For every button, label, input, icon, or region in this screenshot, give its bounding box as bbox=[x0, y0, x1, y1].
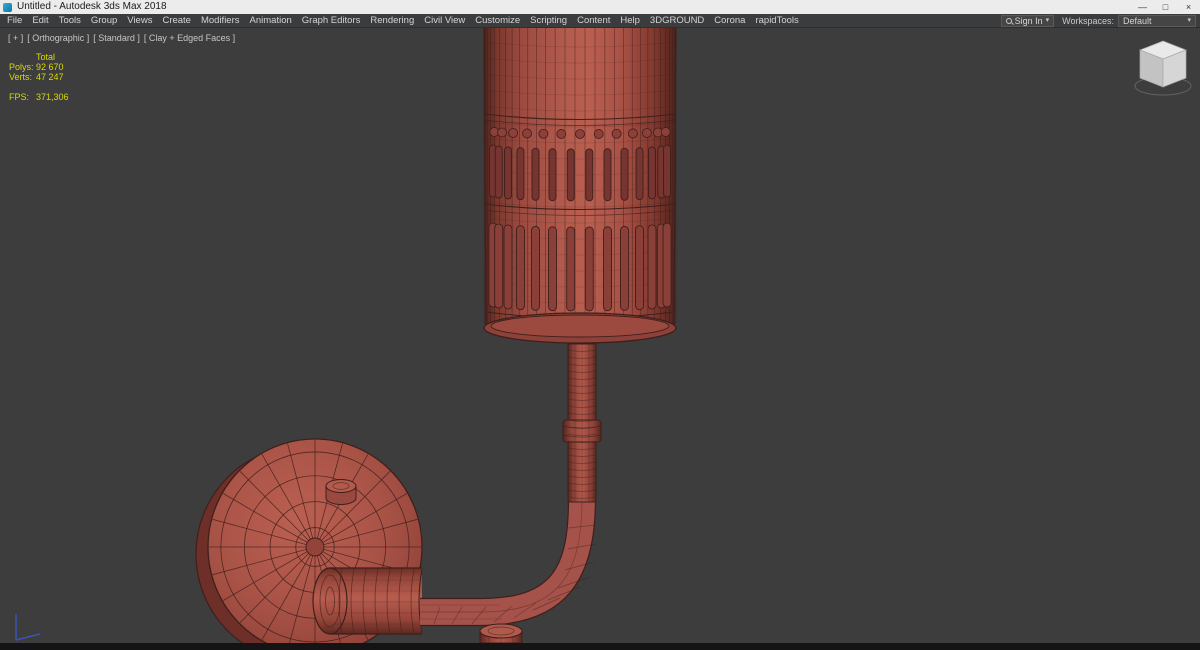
axis-tripod-icon bbox=[15, 614, 41, 641]
minimize-button[interactable]: — bbox=[1131, 0, 1154, 14]
chevron-down-icon: ▾ bbox=[1187, 16, 1191, 24]
menu-civil-view[interactable]: Civil View bbox=[419, 14, 470, 28]
menu-help[interactable]: Help bbox=[615, 14, 645, 28]
menu-corona[interactable]: Corona bbox=[709, 14, 750, 28]
stats-fps-label: FPS: bbox=[9, 92, 30, 102]
stats-polys-value: 92 670 bbox=[36, 62, 64, 72]
menu-edit[interactable]: Edit bbox=[27, 14, 53, 28]
menu-scripting[interactable]: Scripting bbox=[525, 14, 572, 28]
menu-graph-editors[interactable]: Graph Editors bbox=[297, 14, 366, 28]
workspace-value: Default bbox=[1123, 15, 1152, 26]
close-button[interactable]: × bbox=[1177, 0, 1200, 14]
viewport-menu-pov[interactable]: [ Orthographic ] bbox=[27, 33, 89, 43]
chevron-down-icon: ▾ bbox=[1045, 16, 1050, 24]
window-controls: — □ × bbox=[1131, 0, 1200, 14]
workspaces-label: Workspaces: bbox=[1062, 15, 1114, 26]
viewport-menu-standard[interactable]: [ Standard ] bbox=[93, 33, 140, 43]
title-bar: Untitled - Autodesk 3ds Max 2018 — □ × bbox=[0, 0, 1200, 14]
viewport-label: [ + ] [ Orthographic ] [ Standard ] [ Cl… bbox=[8, 33, 235, 43]
menu-rapidtools[interactable]: rapidTools bbox=[750, 14, 803, 28]
viewcube[interactable] bbox=[1134, 40, 1192, 96]
viewport-canvas[interactable] bbox=[0, 28, 1200, 643]
menu-tools[interactable]: Tools bbox=[54, 14, 86, 28]
maximize-button[interactable]: □ bbox=[1154, 0, 1177, 14]
stats-verts-label: Verts: bbox=[9, 72, 33, 82]
menu-customize[interactable]: Customize bbox=[470, 14, 525, 28]
model-stem[interactable] bbox=[562, 343, 602, 503]
menu-create[interactable]: Create bbox=[157, 14, 196, 28]
sign-in-label: Sign In bbox=[1014, 15, 1043, 26]
model-knob[interactable] bbox=[325, 479, 357, 505]
viewport[interactable]: [ + ] [ Orthographic ] [ Standard ] [ Cl… bbox=[0, 28, 1200, 643]
sign-in-button[interactable]: Sign In ▾ bbox=[1000, 14, 1055, 27]
menu-content[interactable]: Content bbox=[572, 14, 615, 28]
3dsmax-app-icon bbox=[3, 2, 12, 12]
stats-fps-value: 371,306 bbox=[36, 92, 69, 102]
window-title: Untitled - Autodesk 3ds Max 2018 bbox=[17, 1, 167, 12]
model-lower-arm-stub[interactable] bbox=[479, 623, 523, 643]
menu-views[interactable]: Views bbox=[122, 14, 157, 28]
viewport-statistics: Total Polys: 92 670 Verts: 47 247 FPS: 371,… bbox=[9, 52, 69, 102]
search-icon bbox=[1005, 17, 1012, 24]
menu-modifiers[interactable]: Modifiers bbox=[196, 14, 245, 28]
workspace-dropdown[interactable]: Default ▾ bbox=[1118, 14, 1196, 27]
menu-rendering[interactable]: Rendering bbox=[365, 14, 419, 28]
stats-total-label: Total bbox=[36, 52, 56, 62]
menu-3dground[interactable]: 3DGROUND bbox=[645, 14, 709, 28]
model-arm-coupler[interactable] bbox=[312, 567, 423, 635]
menu-group[interactable]: Group bbox=[86, 14, 122, 28]
model-arm-tube[interactable] bbox=[420, 497, 597, 627]
stats-polys-label: Polys: bbox=[9, 62, 34, 72]
viewport-menu-shading[interactable]: [ Clay + Edged Faces ] bbox=[144, 33, 235, 43]
menu-animation[interactable]: Animation bbox=[245, 14, 297, 28]
bottom-edge bbox=[0, 643, 1200, 650]
stats-verts-value: 47 247 bbox=[36, 72, 64, 82]
menu-file[interactable]: File bbox=[2, 14, 27, 28]
menu-bar: File Edit Tools Group Views Create Modif… bbox=[0, 14, 1200, 28]
viewport-menu-general[interactable]: [ + ] bbox=[8, 33, 23, 43]
model-lamp-shade[interactable] bbox=[483, 28, 677, 344]
